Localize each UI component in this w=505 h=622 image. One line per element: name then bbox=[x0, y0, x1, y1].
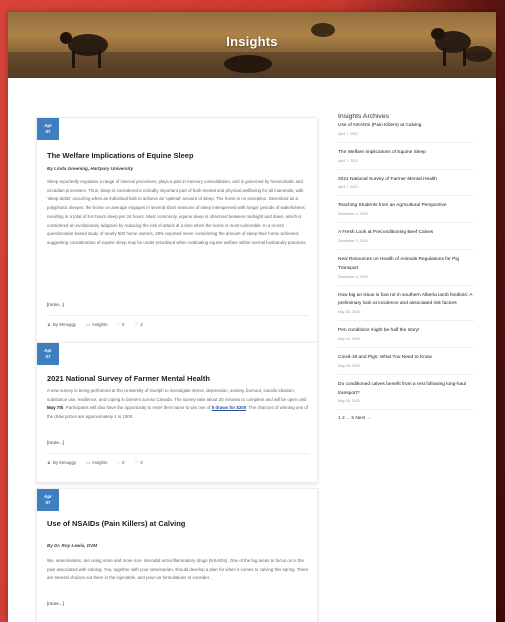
date-badge: Apr 07 bbox=[37, 118, 59, 140]
meta-author[interactable]: ♟ By Mmoggy bbox=[47, 322, 76, 328]
user-icon: ♟ bbox=[47, 460, 51, 465]
post-title[interactable]: The Welfare Implications of Equine Sleep bbox=[47, 151, 194, 160]
meta-category[interactable]: ▭ Insights bbox=[86, 322, 107, 328]
divider bbox=[338, 168, 474, 170]
meta-comments[interactable]: ◌ 0 bbox=[117, 322, 124, 328]
archive-item-title[interactable]: Covid-19 and Pigs: What You Need to Know bbox=[338, 354, 474, 363]
archive-item-date: April 7, 2021 bbox=[338, 185, 359, 190]
comment-icon: ◌ bbox=[117, 322, 121, 327]
archives-sidebar: Insights Archives Use of NSAIDs (Pain Ki… bbox=[338, 113, 474, 421]
divider bbox=[47, 315, 309, 316]
post-excerpt: A new survey is being performed at the U… bbox=[47, 387, 309, 422]
post-title[interactable]: Use of NSAIDs (Pain Killers) at Calving bbox=[47, 519, 185, 528]
excerpt-bold: May 7th bbox=[47, 405, 64, 411]
archive-item-date: April 7, 2021 bbox=[338, 158, 359, 163]
archive-item-title[interactable]: Do conditioned calves benefit from a res… bbox=[338, 381, 474, 399]
divider bbox=[338, 284, 474, 286]
archive-item-date: December 3, 2020 bbox=[338, 238, 368, 243]
archive-item-title[interactable]: A Fresh Look at Preconditioning Beef Cal… bbox=[338, 229, 474, 238]
divider bbox=[338, 346, 474, 348]
heart-icon: ♡ bbox=[134, 322, 139, 327]
pagination[interactable]: 1 2 ... 5 Next → bbox=[338, 416, 474, 421]
post-card: Apr 07 The Welfare Implications of Equin… bbox=[36, 117, 318, 343]
archive-item-title[interactable]: Pen conditions might be half the story! bbox=[338, 327, 474, 336]
divider bbox=[47, 453, 309, 454]
page-container: Insights Apr 07 The Welfare Implications… bbox=[8, 12, 496, 622]
post-title[interactable]: 2021 National Survey of Farmer Mental He… bbox=[47, 374, 210, 383]
divider bbox=[338, 222, 474, 224]
divider bbox=[338, 248, 474, 250]
archive-list-item: Covid-19 and Pigs: What You Need to Know… bbox=[338, 354, 474, 375]
divider bbox=[338, 320, 474, 322]
archive-item-date: December 3, 2020 bbox=[338, 212, 368, 217]
divider bbox=[338, 141, 474, 143]
meta-author-label: By Mmoggy bbox=[52, 322, 77, 327]
post-excerpt: We, veterinarians, are using more and mo… bbox=[47, 558, 309, 581]
divider bbox=[338, 373, 474, 375]
date-day: 07 bbox=[45, 500, 51, 505]
date-badge: Apr 07 bbox=[37, 489, 59, 511]
user-icon: ♟ bbox=[47, 322, 51, 327]
archive-list-item: Pen conditions might be half the story! M… bbox=[338, 327, 474, 348]
post-excerpt: Sleep reportedly regulates a range of in… bbox=[47, 179, 307, 245]
sidebar-heading: Insights Archives bbox=[338, 113, 389, 120]
excerpt-text: A new survey is being performed at the U… bbox=[47, 388, 307, 402]
archive-item-title[interactable]: Use of NSAIDs (Pain Killers) at Calving bbox=[338, 122, 474, 131]
meta-author-label: By Mmoggy bbox=[52, 460, 77, 465]
meta-category-label: Insights bbox=[92, 460, 108, 465]
meta-comments[interactable]: ◌ 0 bbox=[117, 460, 124, 466]
archive-list-item: The Welfare Implications of Equine Sleep… bbox=[338, 149, 474, 170]
post-meta: ♟ By Mmoggy ▭ Insights ◌ 0 ♡ 0 bbox=[47, 460, 143, 466]
meta-author[interactable]: ♟ By Mmoggy bbox=[47, 460, 76, 466]
archive-item-date: May 26, 2020 bbox=[338, 310, 360, 315]
meta-likes[interactable]: ♡ 0 bbox=[134, 460, 142, 466]
archive-list-item: A Fresh Look at Preconditioning Beef Cal… bbox=[338, 229, 474, 250]
draws-link[interactable]: 5 draws for $200 bbox=[212, 405, 246, 410]
post-author: By Linda Greening, Hartpury University bbox=[47, 166, 134, 171]
archive-item-title[interactable]: 2021 National Survey of Farmer Mental He… bbox=[338, 176, 474, 185]
archive-item-title[interactable]: Teaching Students from an Agricultural P… bbox=[338, 202, 474, 211]
archive-item-date: May 26, 2020 bbox=[338, 363, 360, 368]
archive-list-item: New Resources on Health of Animals Regul… bbox=[338, 256, 474, 286]
meta-likes-count: 2 bbox=[140, 322, 143, 327]
date-day: 07 bbox=[45, 354, 51, 359]
date-badge: Apr 07 bbox=[37, 343, 59, 365]
date-day: 07 bbox=[45, 129, 51, 134]
archive-item-date: May 26, 2020 bbox=[338, 399, 360, 404]
meta-comments-count: 0 bbox=[122, 460, 125, 465]
divider bbox=[338, 409, 474, 411]
post-card: Apr 07 2021 National Survey of Farmer Me… bbox=[36, 342, 318, 483]
meta-likes[interactable]: ♡ 2 bbox=[134, 322, 142, 328]
post-author: By Dr. Roy Lewis, DVM bbox=[47, 543, 98, 548]
excerpt-text: . Participants will also have the opport… bbox=[63, 405, 212, 411]
meta-category-label: Insights bbox=[92, 322, 108, 327]
archive-item-date: December 3, 2020 bbox=[338, 274, 368, 279]
archive-item-date: April 7, 2021 bbox=[338, 131, 359, 136]
read-more-link[interactable]: [more...] bbox=[47, 601, 64, 606]
archive-item-title[interactable]: New Resources on Health of Animals Regul… bbox=[338, 256, 474, 274]
folder-icon: ▭ bbox=[86, 460, 91, 465]
meta-category[interactable]: ▭ Insights bbox=[86, 460, 107, 466]
archive-list-item: Do conditioned calves benefit from a res… bbox=[338, 381, 474, 411]
read-more-link[interactable]: [more...] bbox=[47, 440, 64, 445]
archive-list-item: How big an issue is foot rot in southern… bbox=[338, 292, 474, 322]
hero-banner: Insights bbox=[8, 12, 496, 78]
meta-likes-count: 0 bbox=[140, 460, 143, 465]
archive-item-title[interactable]: How big an issue is foot rot in southern… bbox=[338, 292, 474, 310]
post-meta: ♟ By Mmoggy ▭ Insights ◌ 0 ♡ 2 bbox=[47, 322, 143, 328]
archive-list: Use of NSAIDs (Pain Killers) at Calving A… bbox=[338, 122, 474, 411]
comment-icon: ◌ bbox=[117, 460, 121, 465]
read-more-link[interactable]: [more...] bbox=[47, 302, 64, 307]
folder-icon: ▭ bbox=[86, 322, 91, 327]
heart-icon: ♡ bbox=[134, 460, 139, 465]
divider bbox=[338, 195, 474, 197]
archive-list-item: Use of NSAIDs (Pain Killers) at Calving A… bbox=[338, 122, 474, 143]
post-card: Apr 07 Use of NSAIDs (Pain Killers) at C… bbox=[36, 488, 318, 622]
meta-comments-count: 0 bbox=[122, 322, 125, 327]
archive-item-title[interactable]: The Welfare Implications of Equine Sleep bbox=[338, 149, 474, 158]
archive-item-date: May 26, 2020 bbox=[338, 336, 360, 341]
page-title: Insights bbox=[226, 34, 278, 49]
archive-list-item: Teaching Students from an Agricultural P… bbox=[338, 202, 474, 224]
archive-list-item: 2021 National Survey of Farmer Mental He… bbox=[338, 176, 474, 197]
